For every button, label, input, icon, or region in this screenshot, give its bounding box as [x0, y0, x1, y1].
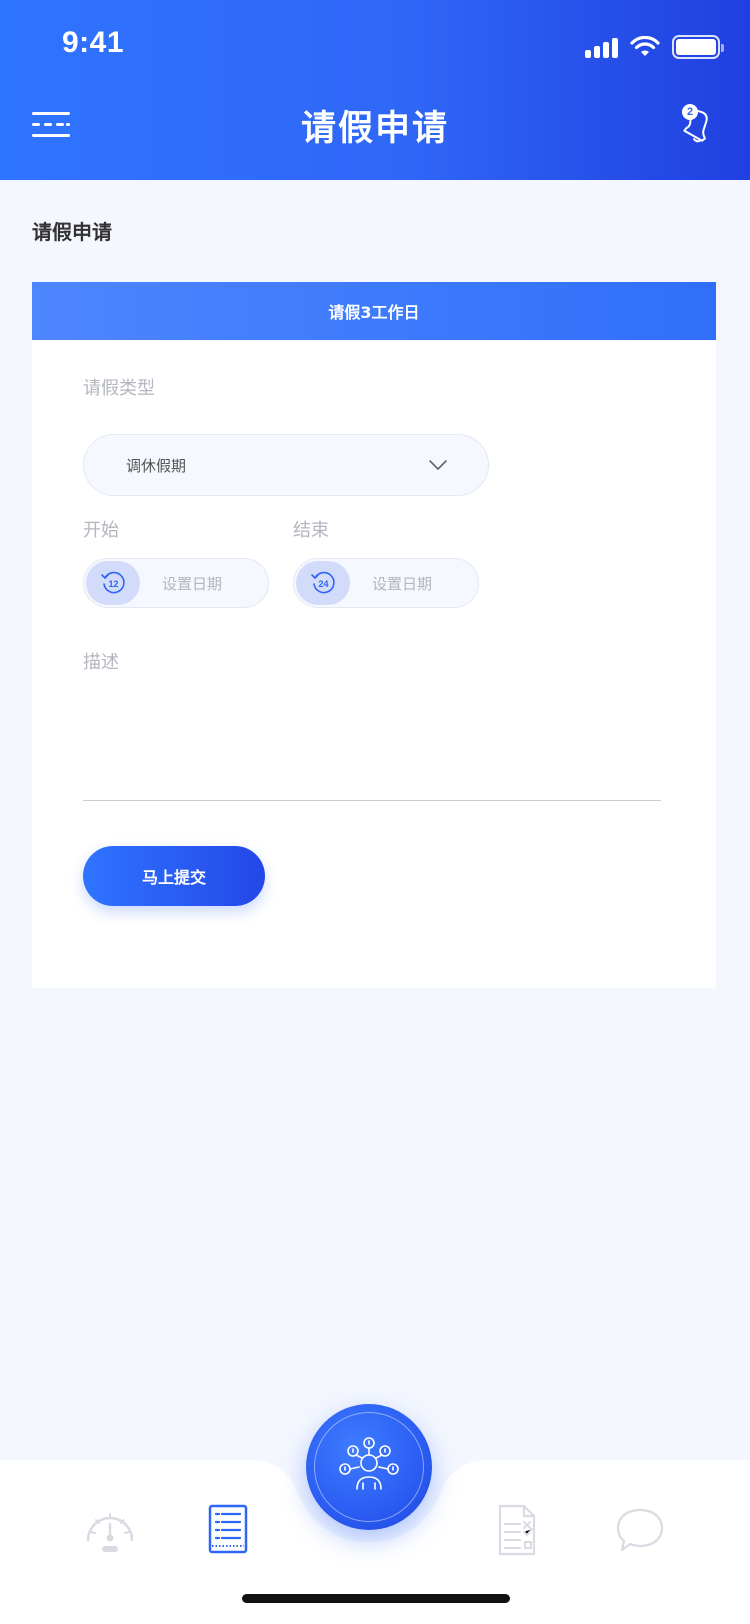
description-label: 描述 — [83, 652, 119, 673]
leave-type-select[interactable]: 调休假期 — [83, 434, 489, 496]
header-title: 请假申请 — [300, 109, 449, 149]
leave-days-banner: 请假3工作日 — [32, 282, 716, 340]
end-date-picker[interactable]: 24 设置日期 — [293, 558, 479, 608]
leave-form-card: 请假3工作日 请假类型 调休假期 开始 12 设置日期 结束 24 设置日期 描… — [32, 282, 716, 988]
notification-button[interactable]: 2 — [678, 102, 714, 146]
start-day-number: 12 — [108, 579, 118, 589]
status-icons — [585, 34, 724, 60]
battery-icon — [672, 35, 724, 59]
cellular-signal-icon — [585, 36, 618, 58]
tab-messages[interactable] — [610, 1500, 670, 1560]
center-action-button[interactable] — [306, 1404, 432, 1530]
tab-leave-form[interactable] — [198, 1500, 258, 1560]
notification-badge: 2 — [682, 104, 698, 120]
start-date-placeholder: 设置日期 — [162, 575, 223, 593]
end-date-placeholder: 设置日期 — [372, 575, 433, 593]
tab-dashboard[interactable] — [80, 1500, 140, 1560]
checklist-document-icon — [498, 1504, 536, 1556]
start-date-picker[interactable]: 12 设置日期 — [83, 558, 269, 608]
end-label: 结束 — [293, 520, 329, 541]
start-label: 开始 — [83, 520, 119, 541]
page-title: 请假申请 — [32, 220, 112, 244]
leave-type-value: 调休假期 — [126, 456, 187, 475]
home-indicator — [242, 1594, 510, 1603]
leave-type-label: 请假类型 — [83, 378, 155, 399]
end-day-number: 24 — [318, 579, 328, 589]
speedometer-icon — [86, 1513, 134, 1552]
description-underline — [83, 800, 661, 801]
center-action-ring — [314, 1412, 424, 1522]
description-input[interactable] — [83, 682, 661, 800]
calendar-refresh-icon: 12 — [86, 561, 140, 605]
calendar-refresh-icon: 24 — [296, 561, 350, 605]
status-time: 9:41 — [62, 26, 125, 59]
submit-button[interactable]: 马上提交 — [83, 846, 265, 906]
form-list-icon — [208, 1504, 248, 1554]
wifi-icon — [630, 36, 660, 56]
app-header: 9:41 请假申请 2 — [0, 0, 750, 180]
chat-bubble-icon — [616, 1508, 664, 1552]
tab-checklist[interactable] — [486, 1500, 546, 1560]
chevron-down-icon — [429, 460, 447, 470]
